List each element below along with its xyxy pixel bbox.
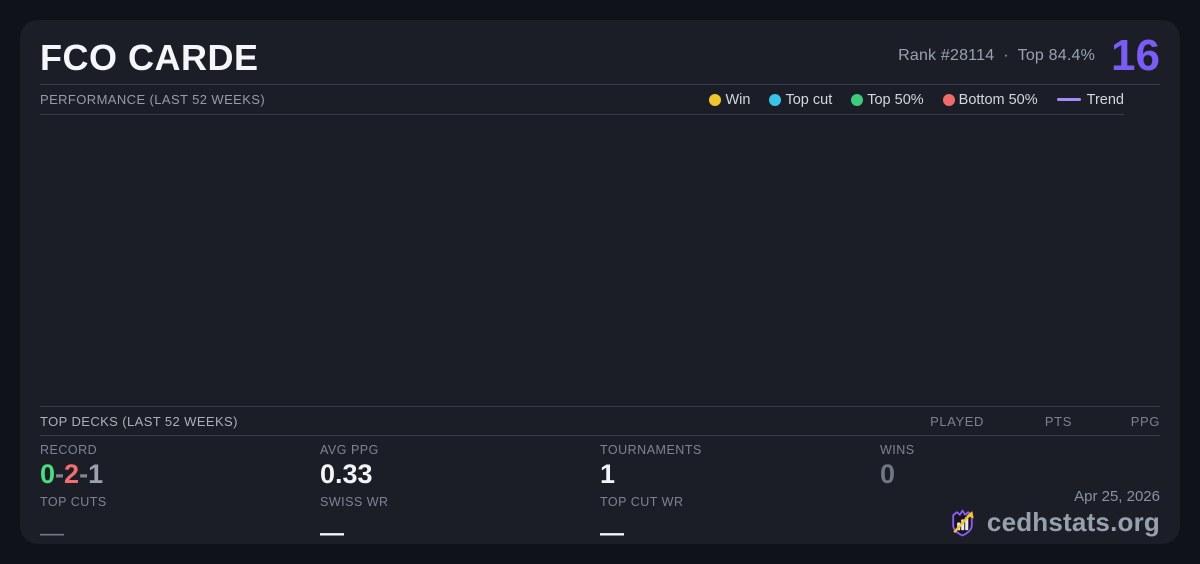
stat-label: TOURNAMENTS bbox=[600, 443, 702, 457]
stat-label: WINS bbox=[880, 443, 915, 457]
rank-separator: · bbox=[1003, 47, 1009, 65]
stat-sublabel: TOP CUTS bbox=[40, 495, 107, 510]
legend-label: Trend bbox=[1086, 91, 1124, 108]
swiss-wr-value: — bbox=[320, 520, 344, 548]
player-stats-card: FCO CARDE Rank #28114 · Top 84.4% 16 PER… bbox=[20, 20, 1180, 546]
tournaments-value: 1 bbox=[600, 459, 616, 489]
stats-summary: RECORD 0-2-1 TOP CUTS — AVG PPG 0.33 SWI… bbox=[40, 436, 1160, 546]
record-separator: - bbox=[55, 459, 65, 489]
column-header-pts: PTS bbox=[1044, 413, 1072, 429]
stat-sublabel: TOP CUT WR bbox=[600, 495, 684, 510]
performance-section-title: PERFORMANCE (LAST 52 WEEKS) bbox=[40, 92, 266, 107]
legend-item-win: Win bbox=[709, 92, 750, 108]
win-dot-icon bbox=[709, 93, 722, 106]
card-footer: Apr 25, 2026 cedhstats.org bbox=[947, 488, 1160, 538]
wins-value: 0 bbox=[880, 459, 896, 489]
legend-item-topcut: Top cut bbox=[769, 92, 832, 108]
top-cuts-value: — bbox=[40, 520, 64, 548]
record-wins: 0 bbox=[40, 459, 56, 489]
column-header-played: PLAYED bbox=[930, 413, 984, 429]
column-header-ppg: PPG bbox=[1130, 413, 1160, 429]
record-separator: - bbox=[79, 459, 89, 489]
avg-ppg-value: 0.33 bbox=[320, 459, 373, 489]
top-decks-section: TOP DECKS (LAST 52 WEEKS) PLAYED PTS PPG bbox=[40, 407, 1160, 435]
stat-record: RECORD 0-2-1 TOP CUTS — bbox=[40, 443, 320, 546]
trend-line-icon bbox=[1056, 98, 1081, 101]
legend-label: Top 50% bbox=[867, 91, 924, 108]
record-draws: 1 bbox=[88, 459, 104, 489]
stat-avg-ppg: AVG PPG 0.33 SWISS WR — bbox=[320, 443, 600, 546]
bottom50-dot-icon bbox=[942, 93, 955, 106]
stat-label: AVG PPG bbox=[320, 443, 379, 457]
top-decks-column-headers: PLAYED PTS PPG bbox=[882, 414, 1160, 429]
performance-chart bbox=[40, 115, 1160, 406]
performance-section: PERFORMANCE (LAST 52 WEEKS) Win Top cut … bbox=[40, 85, 1160, 115]
top50-dot-icon bbox=[851, 93, 864, 106]
record-value: 0-2-1 bbox=[40, 459, 320, 490]
page-title: FCO CARDE bbox=[40, 37, 259, 78]
stat-label: RECORD bbox=[40, 443, 98, 457]
top-percent-label: Top 84.4% bbox=[1017, 47, 1096, 65]
brand: cedhstats.org bbox=[947, 507, 1160, 538]
rank-label: Rank #28114 bbox=[898, 47, 995, 65]
rank-summary: Rank #28114 · Top 84.4% 16 bbox=[898, 31, 1160, 81]
legend-label: Top cut bbox=[785, 91, 833, 108]
cedhstats-logo-icon bbox=[952, 509, 974, 537]
card-header: FCO CARDE Rank #28114 · Top 84.4% 16 bbox=[40, 20, 1160, 84]
legend-item-top50: Top 50% bbox=[851, 91, 924, 108]
date-label: Apr 25, 2026 bbox=[1074, 488, 1160, 506]
topcut-dot-icon bbox=[769, 93, 782, 106]
legend-label: Bottom 50% bbox=[958, 91, 1038, 108]
stat-sublabel: SWISS WR bbox=[320, 495, 389, 510]
score-value: 16 bbox=[1111, 31, 1160, 81]
stat-tournaments: TOURNAMENTS 1 TOP CUT WR — bbox=[600, 443, 880, 546]
record-losses: 2 bbox=[64, 459, 80, 489]
top-cut-wr-value: — bbox=[600, 520, 624, 548]
chart-legend: Win Top cut Top 50% Bottom 50% Trend bbox=[709, 92, 1124, 108]
legend-item-bottom50: Bottom 50% bbox=[942, 91, 1038, 108]
top-decks-section-title: TOP DECKS (LAST 52 WEEKS) bbox=[40, 413, 238, 429]
legend-label: Win bbox=[725, 91, 751, 108]
legend-item-trend: Trend bbox=[1056, 91, 1124, 108]
site-link[interactable]: cedhstats.org bbox=[987, 507, 1160, 538]
